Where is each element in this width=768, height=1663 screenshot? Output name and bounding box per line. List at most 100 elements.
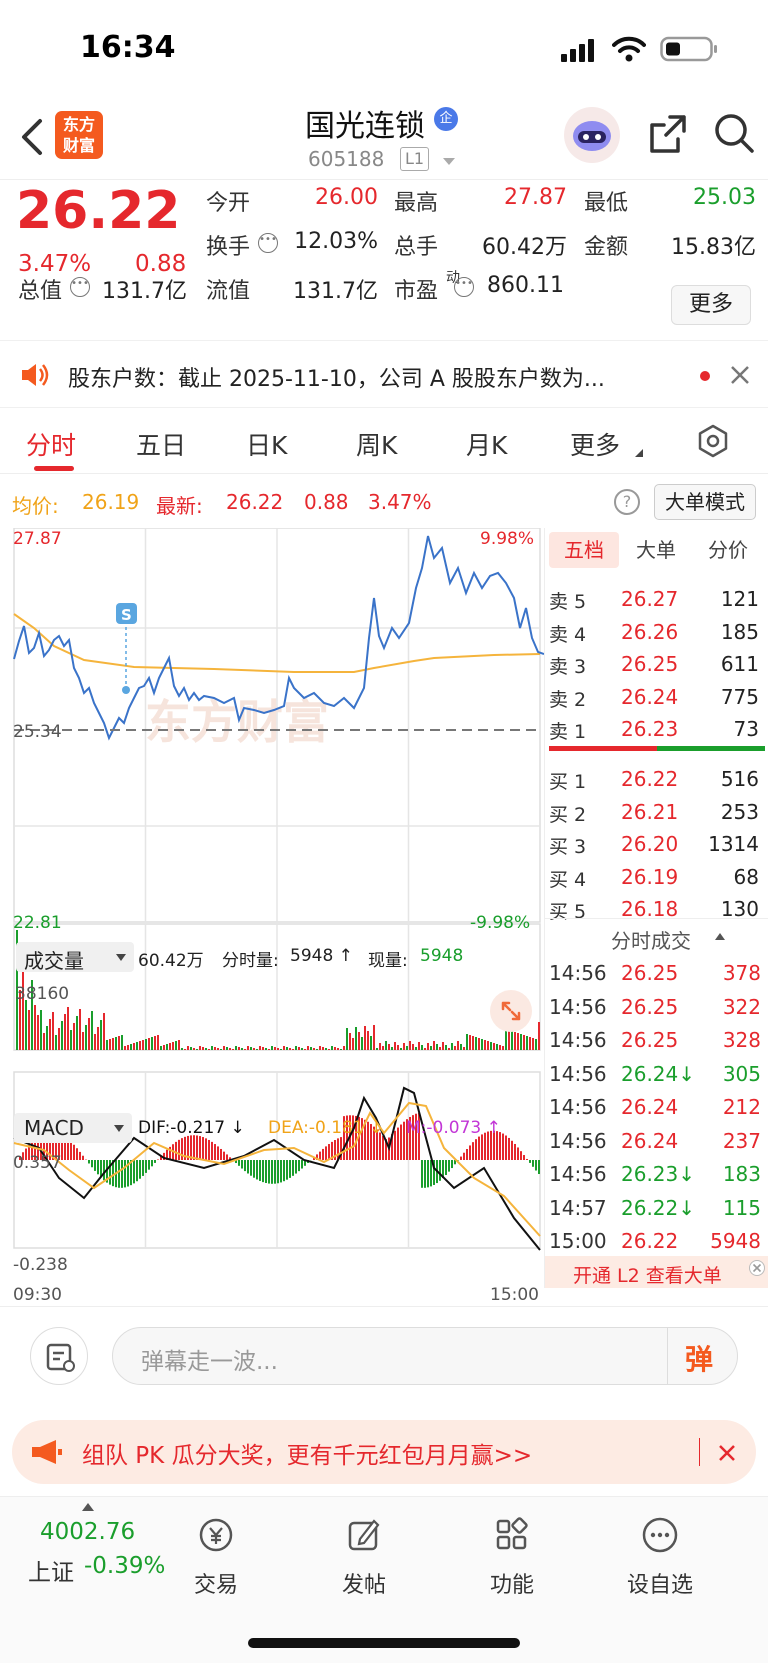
volume-bar [325, 1048, 327, 1050]
comment-bar: 弹幕走一波... 弹 [0, 1306, 768, 1408]
level-label: 卖 2 [549, 688, 587, 711]
volume-bar [148, 1038, 150, 1050]
promo-banner[interactable]: 组队 PK 瓜分大奖，更有千元红包月月赢>> [12, 1420, 756, 1484]
danmu-toggle-icon[interactable]: 弹 [685, 1338, 713, 1378]
back-icon[interactable] [18, 117, 44, 157]
dropdown-icon[interactable] [442, 157, 456, 167]
more-button[interactable]: 更多 [671, 285, 751, 325]
volume-bar [79, 1009, 81, 1050]
volume-selector[interactable]: 成交量 [16, 942, 134, 973]
tab-3[interactable]: 周K [356, 426, 397, 462]
nav-item-1[interactable]: 发帖 [314, 1511, 414, 1607]
macd-bar [136, 1160, 138, 1182]
macd-bar [220, 1148, 222, 1160]
volume-bar [331, 1046, 333, 1050]
avg-label: 均价: [12, 494, 59, 518]
macd-bar [151, 1160, 153, 1167]
level-price: 26.25 [621, 652, 679, 676]
volume-bar [118, 1036, 120, 1050]
order-book-tab-2[interactable]: 分价 [693, 532, 763, 568]
volume-bar [121, 1035, 123, 1050]
chevron-down-icon [114, 1125, 124, 1132]
volume-bar [301, 1048, 303, 1050]
close-icon[interactable] [730, 365, 750, 385]
search-icon[interactable] [712, 111, 756, 155]
level-price: 26.24 [621, 684, 679, 709]
nav-item-label: 交易 [193, 1573, 238, 1598]
volume-bar [268, 1049, 270, 1050]
volume-bar [256, 1049, 258, 1050]
max-pct-label: 9.98% [480, 529, 534, 549]
trade-row: 14:56 26.24 237 [545, 1126, 768, 1156]
volume-bar [430, 1046, 432, 1050]
quote-label: 最低 [584, 191, 629, 216]
bid-row: 买 4 26.19 68 [545, 862, 768, 892]
volume-bar [208, 1049, 210, 1050]
volume-bar [466, 1034, 468, 1050]
nav-item-3[interactable]: 设自选 [610, 1511, 710, 1607]
app-logo[interactable]: 东方 财富 [55, 111, 103, 159]
danmu-input[interactable]: 弹幕走一波... 弹 [112, 1327, 738, 1385]
tab-2[interactable]: 日K [246, 426, 287, 462]
note-icon[interactable] [30, 1327, 88, 1385]
info-dots-icon[interactable]: ••• [258, 233, 278, 253]
time-start-label: 09:30 [13, 1285, 62, 1305]
nav-item-0[interactable]: 交易 [166, 1511, 266, 1607]
macd-bar [274, 1160, 276, 1184]
tab-5[interactable]: 更多 [570, 426, 620, 462]
order-book-tab-0[interactable]: 五档 [549, 532, 619, 568]
level-badge[interactable]: L1 [400, 147, 430, 171]
notice-bar[interactable]: 股东户数：截止 2025-11-10，公司 A 股股东户数为... [0, 340, 768, 408]
volume-bar [280, 1049, 282, 1050]
volume-bar [82, 1032, 84, 1050]
macd-bar [463, 1152, 465, 1160]
macd-bar [121, 1160, 123, 1188]
index-name: 上证 [28, 1560, 74, 1586]
tab-0[interactable]: 分时 [26, 426, 76, 462]
tab-4[interactable]: 月K [466, 426, 507, 462]
macd-bar [529, 1160, 531, 1163]
index-value[interactable]: 4002.76 [40, 1519, 135, 1545]
volume-bar [454, 1046, 456, 1050]
macd-bar [259, 1160, 261, 1181]
volume-bar [163, 1045, 165, 1050]
level-volume: 775 [720, 684, 759, 709]
robot-avatar[interactable] [564, 107, 620, 163]
volume-bar [73, 1023, 75, 1050]
volume-bar [298, 1047, 300, 1050]
volume-bar [43, 1033, 45, 1050]
close-icon[interactable] [718, 1444, 736, 1462]
macd-bar [217, 1146, 219, 1160]
help-icon[interactable]: ? [614, 489, 640, 515]
volume-bar [469, 1035, 471, 1050]
order-book-tab-1[interactable]: 大单 [621, 532, 691, 568]
share-icon[interactable] [648, 113, 688, 155]
quote-label: 流值 [206, 279, 251, 304]
index-pct: -0.39% [84, 1553, 166, 1579]
indicator-selector[interactable]: MACD [14, 1113, 132, 1143]
macd-bar [133, 1160, 135, 1184]
macd-bar [424, 1160, 426, 1188]
volume-bar [442, 1042, 444, 1050]
trade-time: 14:56 [549, 994, 607, 1019]
level-volume: 516 [720, 767, 759, 791]
nav-item-2[interactable]: 功能 [462, 1511, 562, 1607]
chevron-down-icon [116, 954, 126, 961]
intraday-chart[interactable]: 东方财富 S 27.87 9.98% 25.34 22.81 -9.98% 38… [0, 528, 544, 1308]
trades-header[interactable]: 分时成交 [545, 918, 768, 954]
volume-bar [85, 1025, 87, 1050]
watermark: 东方财富 [145, 695, 329, 749]
trade-row: 14:56 26.24 212 [545, 1092, 768, 1122]
tab-1[interactable]: 五日 [136, 426, 186, 462]
macd-bar [421, 1160, 423, 1188]
settings-icon[interactable] [696, 424, 730, 458]
big-order-mode-button[interactable]: 大单模式 [654, 484, 756, 520]
close-icon[interactable] [749, 1260, 765, 1276]
info-dots-icon[interactable]: ••• [70, 277, 90, 297]
info-dots-icon[interactable]: ••• [454, 277, 474, 297]
l2-banner[interactable]: 开通 L2 查看大单 [545, 1256, 768, 1288]
volume-bar [532, 1038, 534, 1050]
expand-button[interactable] [490, 990, 532, 1032]
volume-selector-label: 成交量 [24, 949, 84, 973]
volume-bar [76, 1016, 78, 1050]
